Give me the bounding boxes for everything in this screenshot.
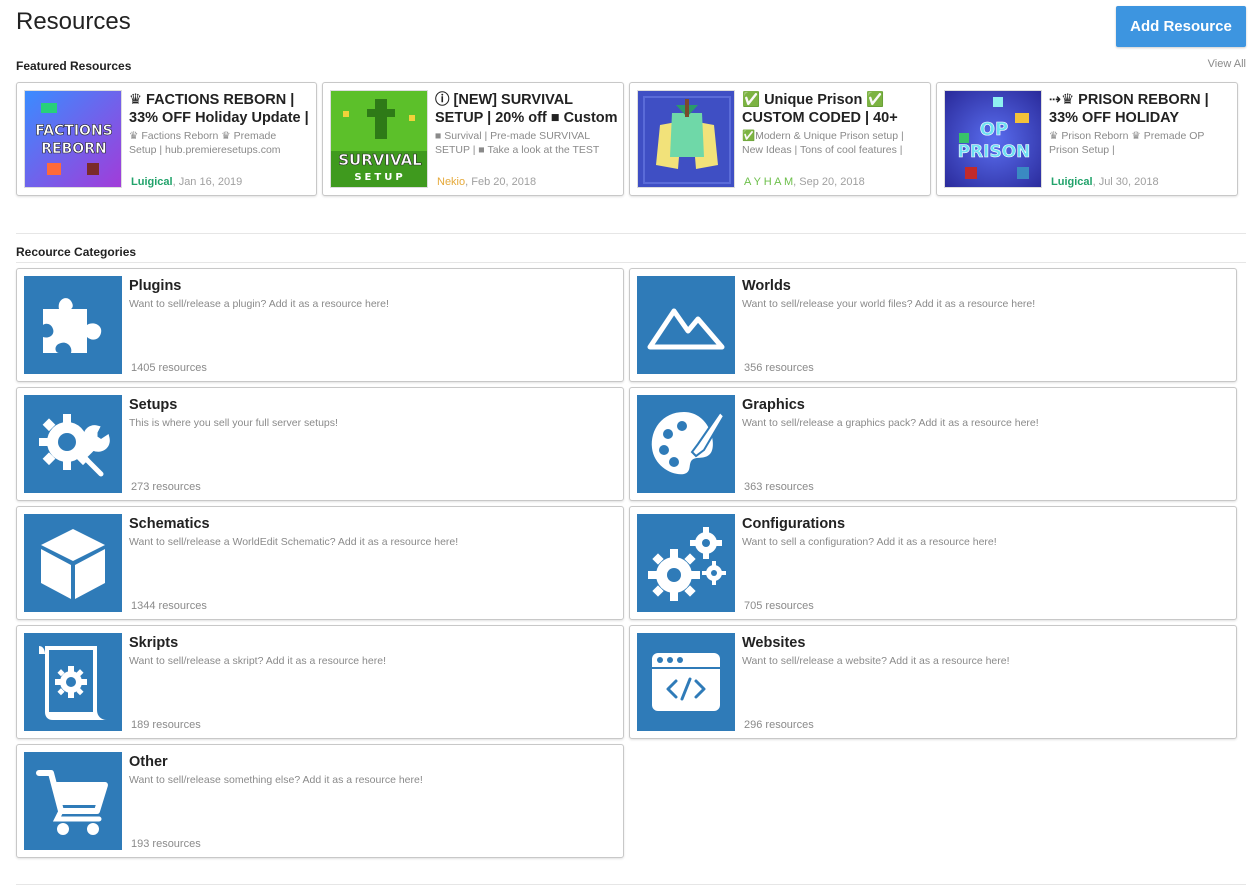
featured-meta: A Y H A M, Sep 20, 2018 [744,176,865,188]
author-link[interactable]: Luigical [1051,176,1093,188]
cart-icon [24,752,122,850]
thumb-text-line1: FACTIONS [35,123,113,139]
author-link[interactable]: A Y H A M [744,176,793,188]
featured-card-factions-reborn[interactable]: FACTIONS REBORN ♛ FACTIONS REBORN | 33% … [16,82,317,196]
author-link[interactable]: Nekio [437,176,465,188]
category-description: Want to sell/release a skript? Add it as… [129,655,386,667]
featured-thumbnail [637,90,735,188]
footer-divider [16,884,1246,885]
category-description: Want to sell/release a plugin? Add it as… [129,298,389,310]
category-schematics[interactable]: Schematics Want to sell/release a WorldE… [16,506,624,620]
featured-card-unique-prison[interactable]: ✅ Unique Prison ✅ CUSTOM CODED | 40+ ✅Mo… [629,82,931,196]
category-websites[interactable]: Websites Want to sell/release a website?… [629,625,1237,739]
featured-card-prison-reborn[interactable]: OP PRISON ⇢♛ PRISON REBORN | 33% OFF HOL… [936,82,1238,196]
featured-thumbnail: SURVIVAL SETUP [330,90,428,188]
scroll-gear-icon [24,633,122,731]
post-date: Jul 30, 2018 [1098,176,1159,188]
featured-section-title: Featured Resources [16,59,132,73]
category-title[interactable]: Setups [129,397,177,413]
gears-icon [637,514,735,612]
featured-description: ✅Modern & Unique Prison setup | New Idea… [742,130,904,156]
category-configurations[interactable]: Configurations Want to sell a configurat… [629,506,1237,620]
category-count: 193 resources [131,838,201,850]
section-divider [16,233,1246,234]
thumb-text-line1: SURVIVAL [338,151,422,169]
author-link[interactable]: Luigical [131,176,173,188]
category-count: 296 resources [744,719,814,731]
category-description: Want to sell/release a website? Add it a… [742,655,1010,667]
featured-title[interactable]: ♛ FACTIONS REBORN | 33% OFF Holiday Upda… [129,91,310,127]
mountain-icon [637,276,735,374]
category-title[interactable]: Websites [742,635,805,651]
category-other[interactable]: Other Want to sell/release something els… [16,744,624,858]
browser-code-icon [637,633,735,731]
category-title[interactable]: Plugins [129,278,181,294]
post-date: Feb 20, 2018 [471,176,537,188]
category-title[interactable]: Worlds [742,278,791,294]
thumb-text-line2: REBORN [41,141,106,157]
category-count: 1405 resources [131,362,207,374]
category-description: Want to sell a configuration? Add it as … [742,536,997,548]
category-title[interactable]: Schematics [129,516,210,532]
category-count: 363 resources [744,481,814,493]
post-date: Jan 16, 2019 [178,176,243,188]
featured-description: ♛ Prison Reborn ♛ Premade OP Prison Setu… [1049,130,1205,156]
page-title: Resources [16,8,131,35]
featured-meta: Luigical, Jan 16, 2019 [131,176,243,188]
cube-icon [24,514,122,612]
category-plugins[interactable]: Plugins Want to sell/release a plugin? A… [16,268,624,382]
category-count: 189 resources [131,719,201,731]
featured-thumbnail: OP PRISON [944,90,1042,188]
featured-title[interactable]: ⓘ [NEW] SURVIVAL SETUP | 20% off ■ Custo… [435,91,617,127]
gear-wrench-icon [24,395,122,493]
category-title[interactable]: Skripts [129,635,178,651]
category-count: 1344 resources [131,600,207,612]
add-resource-button[interactable]: Add Resource [1116,6,1246,47]
category-description: This is where you sell your full server … [129,417,338,429]
post-date: Sep 20, 2018 [799,176,865,188]
featured-thumbnail: FACTIONS REBORN [24,90,122,188]
category-description: Want to sell/release something else? Add… [129,774,423,786]
category-count: 273 resources [131,481,201,493]
puzzle-icon [24,276,122,374]
featured-meta: Luigical, Jul 30, 2018 [1051,176,1159,188]
categories-section-title: Recource Categories [16,245,137,259]
featured-meta: Nekio, Feb 20, 2018 [437,176,537,188]
category-skripts[interactable]: Skripts Want to sell/release a skript? A… [16,625,624,739]
section-divider [16,262,1246,263]
featured-title[interactable]: ⇢♛ PRISON REBORN | 33% OFF HOLIDAY [1049,91,1231,127]
category-count: 356 resources [744,362,814,374]
featured-description: ♛ Factions Reborn ♛ Premade Setup | hub.… [129,130,281,156]
category-description: Want to sell/release a graphics pack? Ad… [742,417,1039,429]
category-title[interactable]: Graphics [742,397,805,413]
featured-description: ■ Survival | Pre-made SURVIVAL SETUP | ■… [435,130,600,156]
thumb-text-line1: OP [980,119,1009,140]
featured-card-survival-setup[interactable]: SURVIVAL SETUP ⓘ [NEW] SURVIVAL SETUP | … [322,82,624,196]
featured-title[interactable]: ✅ Unique Prison ✅ CUSTOM CODED | 40+ [742,91,924,127]
category-title[interactable]: Configurations [742,516,845,532]
thumb-text-line2: PRISON [958,142,1031,162]
palette-icon [637,395,735,493]
category-title[interactable]: Other [129,754,168,770]
category-graphics[interactable]: Graphics Want to sell/release a graphics… [629,387,1237,501]
category-description: Want to sell/release a WorldEdit Schemat… [129,536,459,548]
category-count: 705 resources [744,600,814,612]
thumb-text-line2: SETUP [354,172,405,183]
view-all-link[interactable]: View All [1208,58,1246,70]
category-setups[interactable]: Setups This is where you sell your full … [16,387,624,501]
category-worlds[interactable]: Worlds Want to sell/release your world f… [629,268,1237,382]
category-description: Want to sell/release your world files? A… [742,298,1036,310]
